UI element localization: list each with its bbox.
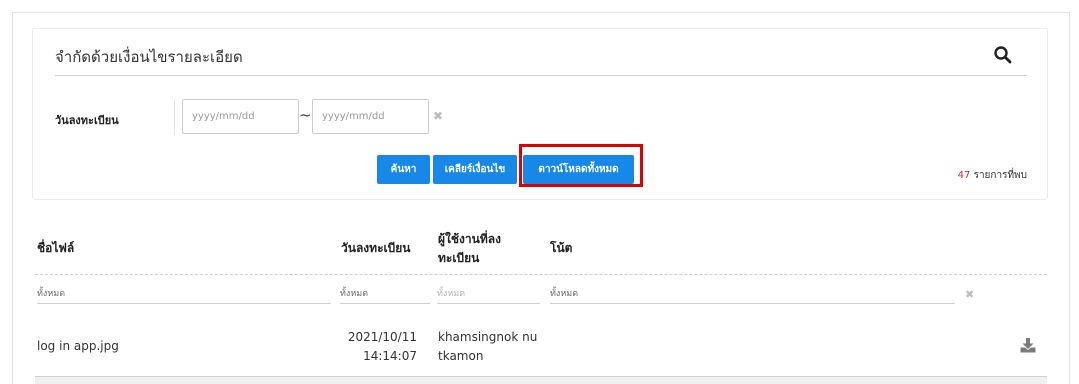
result-count: 47 รายการที่พบ bbox=[958, 168, 1027, 183]
clear-filters-icon[interactable]: ✖ bbox=[965, 288, 974, 301]
row-date: 2021/10/11 bbox=[347, 330, 417, 344]
header-divider bbox=[35, 274, 1047, 275]
header-reg-date[interactable]: วันลงทะเบียน bbox=[341, 239, 410, 258]
filter-title-divider bbox=[55, 75, 1027, 76]
header-note[interactable]: โน้ต bbox=[550, 239, 572, 258]
row-reg-date: 2021/10/11 14:14:07 bbox=[330, 328, 417, 366]
clear-conditions-button[interactable]: เคลียร์เงื่อนไข bbox=[433, 155, 517, 184]
highlight-box bbox=[519, 144, 643, 187]
result-count-number: 47 bbox=[957, 170, 971, 181]
filter-reg-date-input[interactable] bbox=[340, 285, 430, 304]
table-row bbox=[35, 377, 1047, 384]
row-time: 14:14:07 bbox=[363, 349, 417, 363]
clear-date-icon[interactable]: ✖ bbox=[433, 109, 443, 123]
header-reg-user-line1: ผู้ใช้งานที่ลง bbox=[438, 232, 501, 246]
filter-note-input[interactable] bbox=[550, 285, 955, 304]
date-to-input[interactable] bbox=[312, 99, 429, 134]
download-icon[interactable] bbox=[1020, 338, 1036, 353]
filter-reg-user-input[interactable] bbox=[437, 285, 540, 304]
row-reg-user: khamsingnok nu tkamon bbox=[438, 328, 537, 366]
row-user-line1: khamsingnok nu bbox=[438, 330, 538, 344]
reg-date-label: วันลงทะเบียน bbox=[55, 114, 119, 127]
search-icon[interactable] bbox=[993, 45, 1013, 65]
header-reg-user[interactable]: ผู้ใช้งานที่ลง ทะเบียน bbox=[438, 230, 501, 268]
row-user-line2: tkamon bbox=[438, 349, 484, 363]
header-filename[interactable]: ชื่อไฟล์ bbox=[37, 239, 74, 258]
main-container: จำกัดด้วยเงื่อนไขรายละเอียด วันลงทะเบียน… bbox=[12, 12, 1070, 384]
row-filename: log in app.jpg bbox=[37, 339, 119, 353]
date-from-input[interactable] bbox=[182, 99, 299, 134]
range-separator: ~ bbox=[299, 106, 312, 124]
filter-title: จำกัดด้วยเงื่อนไขรายละเอียด bbox=[55, 48, 243, 66]
filter-panel: จำกัดด้วยเงื่อนไขรายละเอียด วันลงทะเบียน… bbox=[32, 28, 1048, 200]
header-reg-user-line2: ทะเบียน bbox=[438, 251, 480, 265]
filter-filename-input[interactable] bbox=[37, 285, 331, 304]
search-button[interactable]: ค้นหา bbox=[377, 155, 430, 184]
label-divider bbox=[174, 99, 175, 135]
result-count-suffix: รายการที่พบ bbox=[970, 170, 1027, 181]
